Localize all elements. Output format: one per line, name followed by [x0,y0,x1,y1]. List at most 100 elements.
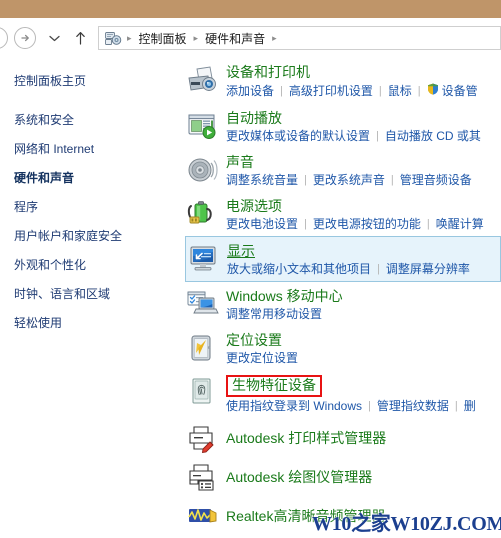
link-use-fingerprint-login[interactable]: 使用指纹登录到 Windows [226,398,362,414]
category-links: 使用指纹登录到 Windows | 管理指纹数据 | 删 [226,398,501,414]
windows-mobility-center-icon [186,287,220,321]
sidebar-item-appearance[interactable]: 外观和个性化 [14,258,180,273]
category-body: Windows 移动中心 调整常用移动设置 [226,286,501,322]
category-autoplay[interactable]: 自动播放 更改媒体或设备的默认设置 | 自动播放 CD 或其 [180,104,501,148]
category-body: 声音 调整系统音量 | 更改系统声音 | 管理音频设备 [226,152,501,188]
category-title[interactable]: Autodesk 打印样式管理器 [226,429,501,447]
sidebar-item-user-accounts[interactable]: 用户帐户和家庭安全 [14,229,180,244]
category-title[interactable]: 生物特征设备 [226,375,322,397]
content-area: 控制面板主页 系统和安全 网络和 Internet 硬件和声音 程序 用户帐户和… [0,58,501,538]
autoplay-icon [186,109,220,143]
category-windows-mobility-center[interactable]: Windows 移动中心 调整常用移动设置 [180,282,501,326]
link-separator: | [368,400,371,412]
navigation-bar: ▸ 控制面板 ▸ 硬件和声音 ▸ [0,18,501,58]
category-title[interactable]: 声音 [226,153,501,171]
display-icon [187,242,221,276]
category-body: 自动播放 更改媒体或设备的默认设置 | 自动播放 CD 或其 [226,108,501,144]
category-body: 生物特征设备 使用指纹登录到 Windows | 管理指纹数据 | 删 [226,374,501,414]
sidebar-item-control-panel-home[interactable]: 控制面板主页 [14,74,180,89]
category-title[interactable]: 电源选项 [226,197,501,215]
link-make-text-bigger-smaller[interactable]: 放大或缩小文本和其他项目 [227,261,371,277]
link-separator: | [377,263,380,275]
link-change-default-media-settings[interactable]: 更改媒体或设备的默认设置 [226,128,370,144]
uac-shield-icon [427,82,439,100]
realtek-hd-audio-manager-icon [186,499,220,533]
category-title[interactable]: 定位设置 [226,331,501,349]
category-body: 定位设置 更改定位设置 [226,330,501,366]
category-title[interactable]: Realtek高清晰音频管理器 [226,507,501,525]
category-display[interactable]: 显示 放大或缩小文本和其他项目 | 调整屏幕分辨率 [185,236,501,282]
category-body: 电源选项 更改电池设置 | 更改电源按钮的功能 | 唤醒计算 [226,196,501,232]
category-links: 调整系统音量 | 更改系统声音 | 管理音频设备 [226,172,501,188]
category-links: 更改定位设置 [226,350,501,366]
control-panel-icon [103,29,123,47]
autodesk-plotter-manager-icon [186,460,220,494]
category-body: Autodesk 绘图仪管理器 [226,468,501,486]
category-biometric-devices[interactable]: 生物特征设备 使用指纹登录到 Windows | 管理指纹数据 | 删 [180,370,501,418]
category-title[interactable]: Windows 移动中心 [226,287,501,305]
link-advanced-printer-setup[interactable]: 高级打印机设置 [289,83,373,99]
link-add-device[interactable]: 添加设备 [226,83,274,99]
link-manage-fingerprint-data[interactable]: 管理指纹数据 [377,398,449,414]
category-realtek-hd-audio-manager[interactable]: Realtek高清晰音频管理器 [180,496,501,535]
sidebar-item-programs[interactable]: 程序 [14,200,180,215]
link-autoplay-cd[interactable]: 自动播放 CD 或其 [385,128,481,144]
link-manage-audio-devices[interactable]: 管理音频设备 [400,172,472,188]
category-title[interactable]: 显示 [227,242,500,260]
category-links: 更改电池设置 | 更改电源按钮的功能 | 唤醒计算 [226,216,501,232]
breadcrumb-separator: ▸ [193,32,199,43]
title-bar-strip [0,0,501,18]
link-device-manager[interactable]: 设备管 [442,83,478,99]
link-change-system-sounds[interactable]: 更改系统声音 [313,172,385,188]
category-list: 设备和打印机 添加设备 | 高级打印机设置 | 鼠标 | 设备管 自动播放 更改… [180,58,501,538]
link-mouse[interactable]: 鼠标 [388,83,412,99]
sidebar-item-clock-language-region[interactable]: 时钟、语言和区域 [14,287,180,302]
category-body: Realtek高清晰音频管理器 [226,507,501,525]
category-devices-and-printers[interactable]: 设备和打印机 添加设备 | 高级打印机设置 | 鼠标 | 设备管 [180,58,501,104]
forward-arrow-icon[interactable] [14,27,36,49]
category-location-settings[interactable]: 定位设置 更改定位设置 [180,326,501,370]
sidebar-item-ease-of-access[interactable]: 轻松使用 [14,316,180,331]
sidebar-item-network-and-internet[interactable]: 网络和 Internet [14,142,180,157]
category-sound[interactable]: 声音 调整系统音量 | 更改系统声音 | 管理音频设备 [180,148,501,192]
sidebar-item-hardware-and-sound[interactable]: 硬件和声音 [14,171,180,186]
link-adjust-system-volume[interactable]: 调整系统音量 [226,172,298,188]
breadcrumb-item-control-panel[interactable]: 控制面板 [136,29,190,48]
breadcrumb-separator-trailing[interactable]: ▸ [270,33,279,44]
chevron-down-icon[interactable] [44,26,64,50]
category-title[interactable]: 自动播放 [226,109,501,127]
link-change-battery-settings[interactable]: 更改电池设置 [226,216,298,232]
link-adjust-screen-resolution[interactable]: 调整屏幕分辨率 [386,261,470,277]
link-separator: | [280,85,283,97]
category-body: 设备和打印机 添加设备 | 高级打印机设置 | 鼠标 | 设备管 [226,62,501,100]
category-autodesk-plot-style-manager[interactable]: Autodesk 打印样式管理器 [180,418,501,457]
link-adjust-common-mobility-settings[interactable]: 调整常用移动设置 [226,306,322,322]
breadcrumb[interactable]: ▸ 控制面板 ▸ 硬件和声音 ▸ [98,26,501,50]
category-body: Autodesk 打印样式管理器 [226,429,501,447]
link-change-location-settings[interactable]: 更改定位设置 [226,350,298,366]
category-links: 调整常用移动设置 [226,306,501,322]
autodesk-plot-style-manager-icon [186,421,220,455]
category-power-options[interactable]: 电源选项 更改电池设置 | 更改电源按钮的功能 | 唤醒计算 [180,192,501,236]
control-panel-window: ▸ 控制面板 ▸ 硬件和声音 ▸ 控制面板主页 系统和安全 网络和 Intern… [0,0,501,538]
category-title[interactable]: Autodesk 绘图仪管理器 [226,468,501,486]
link-separator: | [376,130,379,142]
category-autodesk-plotter-manager[interactable]: Autodesk 绘图仪管理器 [180,457,501,496]
category-links: 放大或缩小文本和其他项目 | 调整屏幕分辨率 [227,261,500,277]
breadcrumb-separator: ▸ [127,32,132,43]
up-arrow-icon[interactable] [70,26,90,50]
link-separator: | [304,218,307,230]
back-arrow-icon[interactable] [0,27,8,49]
link-separator: | [454,400,458,412]
breadcrumb-item-hardware-and-sound[interactable]: 硬件和声音 [202,29,268,48]
link-wake-computer[interactable]: 唤醒计算 [436,216,484,232]
sidebar-item-system-and-security[interactable]: 系统和安全 [14,113,180,128]
link-delete[interactable]: 删 [464,398,476,414]
link-change-power-button-function[interactable]: 更改电源按钮的功能 [313,216,421,232]
link-separator: | [378,85,382,97]
category-links: 添加设备 | 高级打印机设置 | 鼠标 | 设备管 [226,82,501,100]
category-links: 更改媒体或设备的默认设置 | 自动播放 CD 或其 [226,128,501,144]
category-title[interactable]: 设备和打印机 [226,63,501,81]
sound-icon [186,153,220,187]
biometric-devices-icon [186,375,220,409]
